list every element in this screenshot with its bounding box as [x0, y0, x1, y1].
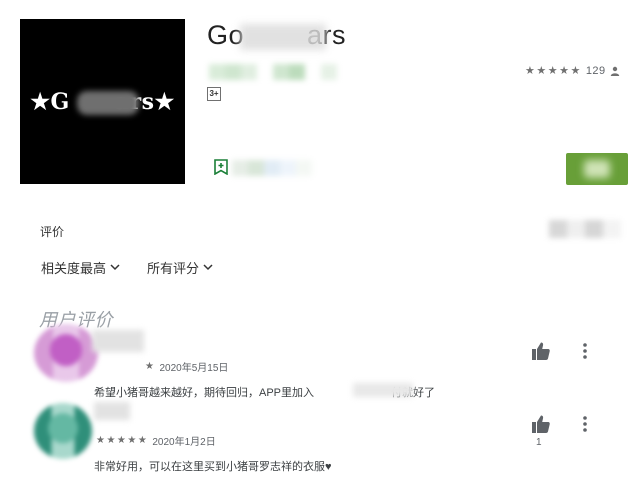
review-stars: ★ [145, 361, 156, 372]
redaction-block [280, 160, 296, 176]
review-text-redaction [353, 383, 413, 397]
sort-dropdown[interactable]: 相关度最高 [41, 258, 120, 277]
filter-dropdown-label: 所有评分 [147, 261, 200, 276]
reviewer-avatar [34, 324, 98, 382]
helpful-count: 1 [536, 437, 542, 448]
redaction-block [585, 220, 603, 238]
install-button-label-redacted [584, 160, 610, 178]
redaction-block [273, 64, 289, 80]
chevron-down-icon [110, 264, 120, 271]
redaction-block [321, 64, 337, 80]
app-icon: ★G ars★ [20, 19, 185, 184]
redaction-block [264, 160, 280, 176]
wishlist-add-icon[interactable] [214, 159, 228, 175]
rating-stars: ★★★★★ [525, 65, 582, 77]
more-options-icon[interactable] [582, 415, 588, 433]
redaction-block [296, 160, 312, 176]
title-redaction [240, 24, 326, 50]
redaction-block [603, 220, 621, 238]
redaction-block [241, 64, 257, 80]
redaction-block [305, 64, 321, 80]
rating-summary: ★★★★★ 129 [525, 64, 620, 77]
redaction-block [232, 160, 248, 176]
wishlist-label-redacted[interactable] [232, 160, 312, 176]
chevron-down-icon [203, 264, 213, 271]
redaction-block [289, 64, 305, 80]
reviewer-name-redacted [94, 402, 130, 420]
review-text: 非常好用，可以在这里买到小猪哥罗志祥的衣服♥ [94, 461, 332, 473]
reviews-header-redacted [549, 220, 621, 238]
thumbs-up-icon[interactable] [531, 341, 551, 361]
review-meta: ★ 2020年5月15日 [145, 359, 228, 374]
install-button[interactable] [566, 153, 628, 185]
thumbs-up-icon[interactable] [531, 414, 551, 434]
rating-filter-dropdown[interactable]: 所有评分 [147, 258, 213, 277]
reviews-section-label: 评价 [40, 225, 65, 239]
redaction-block [257, 64, 273, 80]
reviewer-avatar [34, 403, 92, 459]
age-rating-badge: 3+ [207, 87, 221, 101]
developer-name-redacted[interactable] [209, 64, 337, 80]
sort-dropdown-label: 相关度最高 [41, 261, 107, 276]
review-meta: ★★★★★ 2020年1月2日 [96, 433, 216, 448]
redaction-block [567, 220, 585, 238]
redaction-block [225, 64, 241, 80]
redaction-block [209, 64, 225, 80]
review-stars: ★★★★★ [96, 435, 149, 446]
review-date: 2020年1月2日 [152, 437, 216, 448]
redaction-block [248, 160, 264, 176]
person-icon [610, 66, 619, 76]
redaction-blur [77, 91, 139, 115]
review-text: 希望小猪哥越来越好，期待回归，APP里加入 付就好了 [94, 387, 436, 399]
redaction-block [549, 220, 567, 238]
reviewer-name-redacted [92, 330, 144, 352]
rating-count: 129 [585, 64, 606, 77]
more-options-icon[interactable] [582, 342, 588, 360]
review-date: 2020年5月15日 [159, 363, 229, 374]
